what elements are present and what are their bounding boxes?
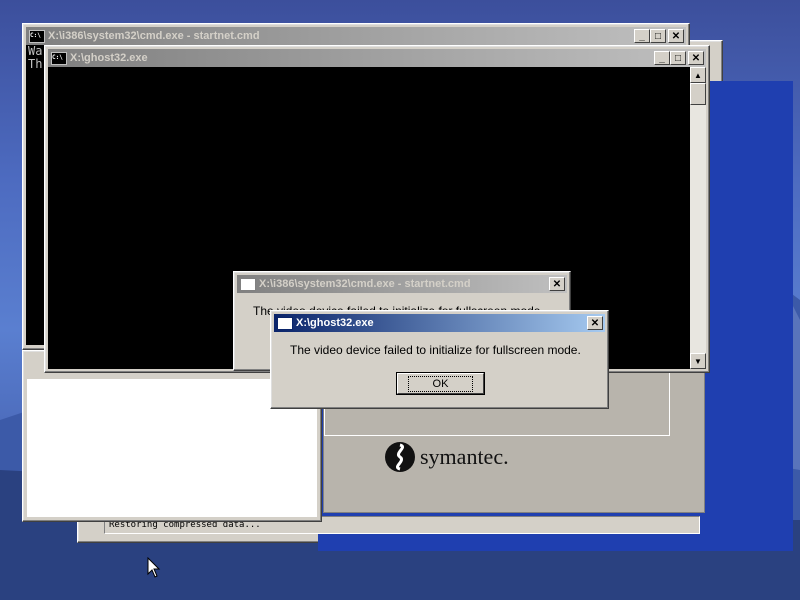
- console-icon: C:\: [29, 29, 45, 43]
- cmd-dialog-title: X:\i386\system32\cmd.exe - startnet.cmd: [259, 278, 471, 290]
- scroll-up-button[interactable]: ▲: [690, 67, 706, 83]
- scroll-thumb[interactable]: [690, 83, 706, 105]
- close-button[interactable]: ✕: [549, 277, 565, 291]
- cmd-dialog-titlebar[interactable]: X:\i386\system32\cmd.exe - startnet.cmd …: [237, 275, 567, 293]
- symantec-text: symantec.: [420, 444, 509, 469]
- window-icon: [240, 277, 256, 291]
- ok-label: OK: [407, 375, 474, 392]
- maximize-button[interactable]: □: [670, 51, 686, 65]
- ghost-console-title: X:\ghost32.exe: [70, 52, 148, 64]
- maximize-button[interactable]: □: [650, 29, 666, 43]
- ghost-dialog-titlebar[interactable]: X:\ghost32.exe ✕: [274, 314, 605, 332]
- ghost-error-dialog: X:\ghost32.exe ✕ The video device failed…: [270, 310, 609, 409]
- symantec-logo: symantec.: [384, 441, 509, 473]
- window-icon: [277, 316, 293, 330]
- close-button[interactable]: ✕: [688, 51, 704, 65]
- cmd-window-back-titlebar[interactable]: C:\ X:\i386\system32\cmd.exe - startnet.…: [26, 27, 686, 45]
- minimize-button[interactable]: _: [634, 29, 650, 43]
- mouse-cursor-icon: [147, 557, 161, 578]
- minimize-button[interactable]: _: [654, 51, 670, 65]
- cmd-window-back-title: X:\i386\system32\cmd.exe - startnet.cmd: [48, 30, 260, 42]
- vertical-scrollbar[interactable]: ▲ ▼: [690, 67, 706, 369]
- ok-button[interactable]: OK: [396, 372, 485, 395]
- scroll-down-button[interactable]: ▼: [690, 353, 706, 369]
- close-button[interactable]: ✕: [587, 316, 603, 330]
- console-icon: C:\: [51, 51, 67, 65]
- ghost-dialog-message: The video device failed to initialize fo…: [290, 343, 581, 357]
- symantec-icon: [385, 442, 415, 472]
- ghost-dialog-title: X:\ghost32.exe: [296, 317, 374, 329]
- close-button[interactable]: ✕: [668, 29, 684, 43]
- ghost-console-titlebar[interactable]: C:\ X:\ghost32.exe _ □ ✕: [48, 49, 706, 67]
